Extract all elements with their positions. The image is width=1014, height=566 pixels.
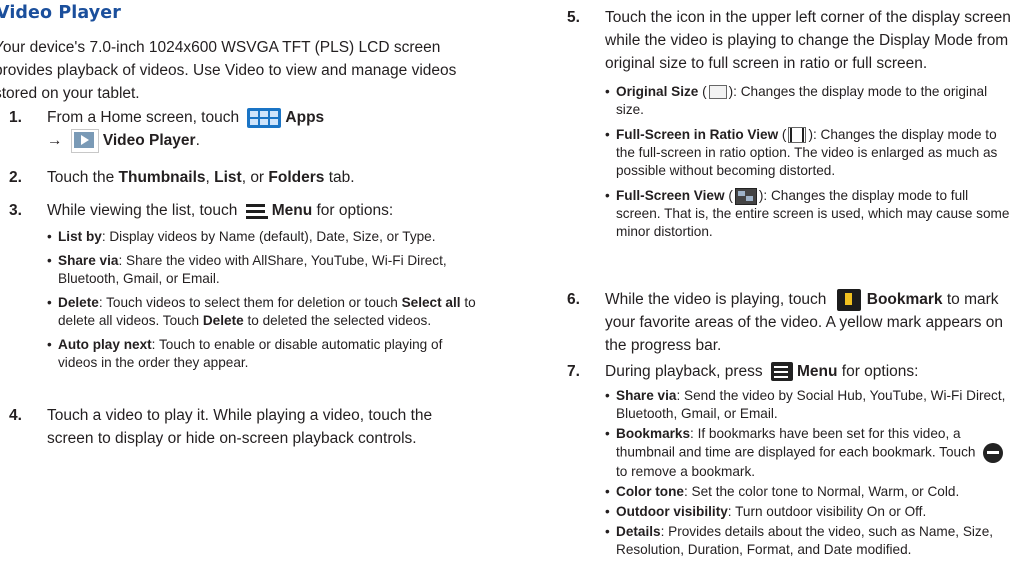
list-item: Auto play next: Touch to enable or disab… [47, 336, 479, 372]
arrow: → [47, 132, 63, 150]
list-item: Bookmarks: If bookmarks have been set fo… [605, 425, 1014, 481]
ratio-view-icon [788, 127, 807, 144]
step-3: 3. While viewing the list, touch Menu fo… [9, 199, 479, 372]
list-item: List by: Display videos by Name (default… [47, 228, 479, 246]
apps-icon [247, 107, 282, 128]
remove-icon [983, 443, 1004, 463]
bookmark-icon [836, 288, 861, 311]
step-text: From a Home screen, touch [47, 109, 240, 126]
list-item: Delete: Touch videos to select them for … [47, 294, 479, 330]
step-6: 6. While the video is playing, touch Boo… [567, 288, 1014, 357]
list-item: Original Size (): Changes the display mo… [605, 83, 1014, 119]
list-tab-label: List [214, 169, 242, 186]
list-item: Outdoor visibility: Turn outdoor visibil… [605, 503, 1014, 521]
playback-options-list: Share via: Send the video by Social Hub,… [605, 387, 1014, 559]
list-item: Share via: Send the video by Social Hub,… [605, 387, 1014, 423]
step-2: 2. Touch the Thumbnails, List, or Folder… [9, 166, 469, 189]
video-player-label: Video Player [102, 132, 196, 150]
menu-label: Menu [796, 363, 838, 380]
menu-label: Menu [271, 202, 313, 219]
menu-icon [770, 362, 793, 382]
step-number: 2. [9, 169, 22, 186]
menu-icon [245, 203, 268, 219]
thumbnails-tab-label: Thumbnails [118, 169, 206, 186]
full-screen-icon [734, 187, 757, 205]
video-player-icon [70, 129, 99, 153]
bookmark-label: Bookmark [866, 291, 943, 308]
options-list: List by: Display videos by Name (default… [47, 228, 479, 372]
original-size-icon [708, 85, 727, 100]
list-item: Full-Screen in Ratio View (): Changes th… [605, 126, 1014, 180]
step-number: 3. [9, 202, 22, 219]
page-title: Video Player [0, 3, 121, 23]
step-5: 5. Touch the icon in the upper left corn… [567, 6, 1014, 241]
folders-tab-label: Folders [268, 169, 325, 186]
step-4: 4. Touch a video to play it. While playi… [9, 404, 469, 450]
step-1: 1. From a Home screen, touch Apps → Vide… [9, 106, 469, 153]
intro-paragraph: Your device's 7.0-inch 1024x600 WSVGA TF… [0, 39, 457, 102]
display-mode-list: Original Size (): Changes the display mo… [605, 83, 1014, 241]
list-item: Share via: Share the video with AllShare… [47, 252, 479, 288]
list-item: Details: Provides details about the vide… [605, 523, 1014, 559]
apps-label: Apps [285, 109, 325, 126]
list-item: Color tone: Set the color tone to Normal… [605, 483, 1014, 501]
step-number: 5. [567, 9, 580, 26]
step-number: 7. [567, 363, 580, 380]
step-number: 6. [567, 291, 580, 308]
step-number: 4. [9, 407, 22, 424]
step-7: 7. During playback, press Menu for optio… [567, 360, 1014, 559]
list-item: Full-Screen View (): Changes the display… [605, 187, 1014, 241]
step-number: 1. [9, 109, 22, 126]
